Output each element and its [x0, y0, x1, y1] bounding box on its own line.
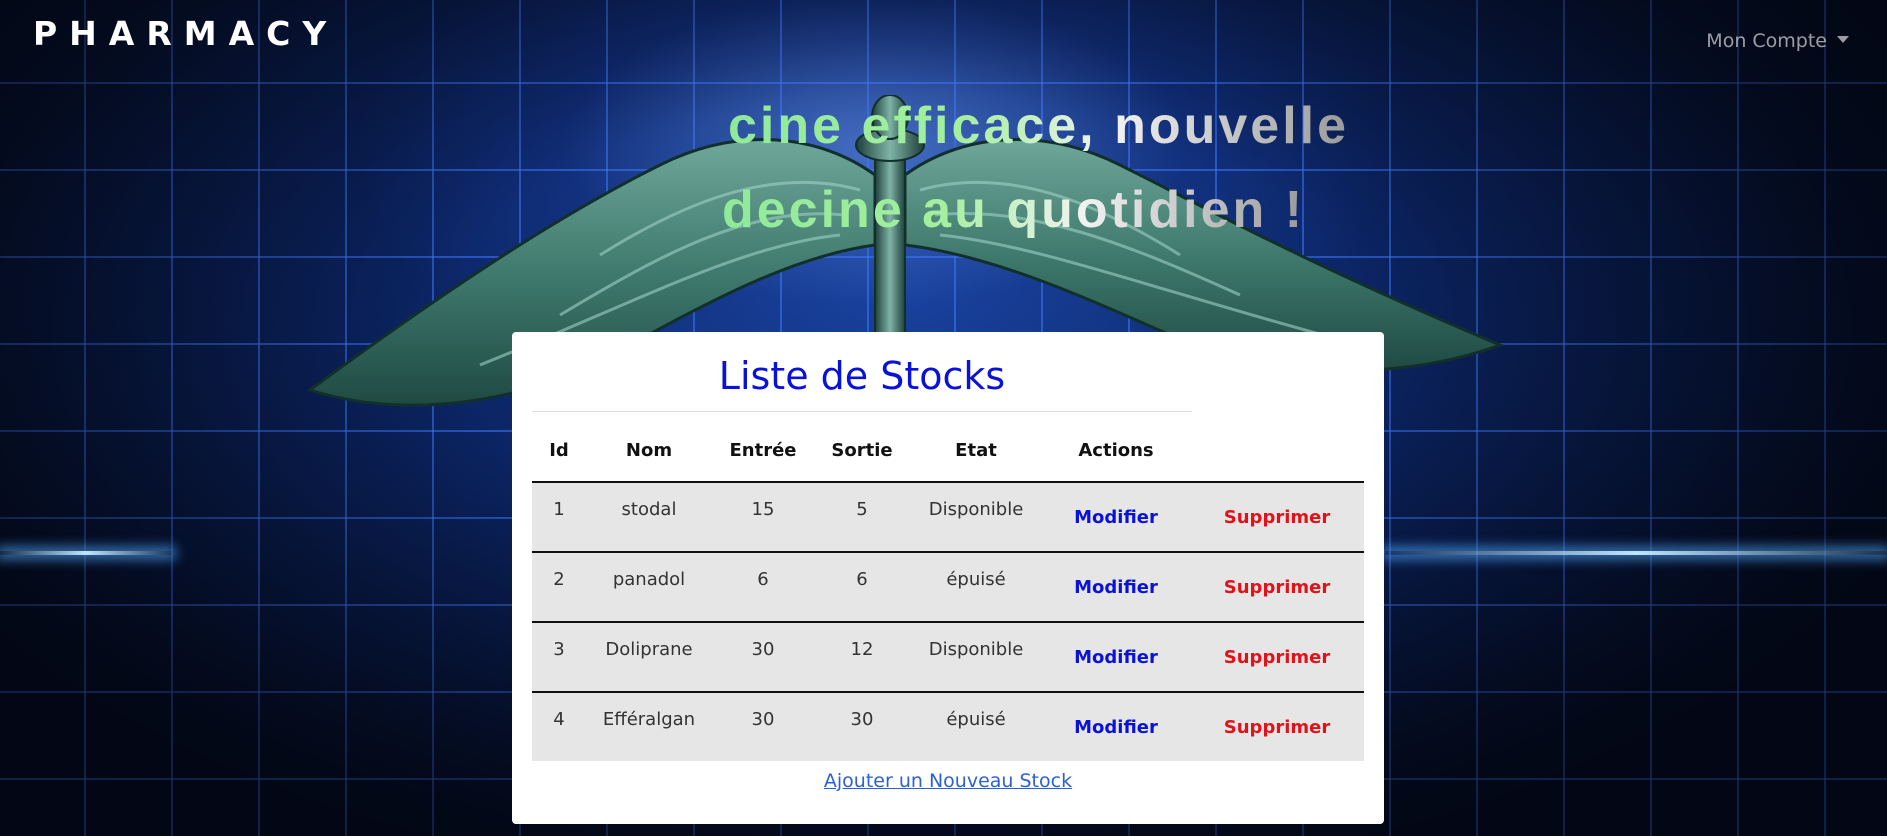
- cell-nom: stodal: [621, 499, 677, 520]
- cell-entree: 6: [757, 569, 769, 590]
- column-header-etat: Etat: [910, 420, 1042, 483]
- supprimer-button[interactable]: Supprimer: [1224, 507, 1330, 528]
- column-header-sortie: Sortie: [814, 420, 910, 483]
- page-title: Liste de Stocks: [718, 354, 1006, 398]
- cell-nom: panadol: [612, 569, 686, 590]
- cell-id: 1: [553, 499, 565, 520]
- cell-entree: 30: [751, 709, 775, 730]
- cell-nom: Efféralgan: [602, 709, 696, 730]
- cell-id: 4: [553, 709, 565, 730]
- light-beam-left: [0, 551, 172, 555]
- column-header-nom: Nom: [586, 420, 712, 483]
- cell-entree: 15: [751, 499, 775, 520]
- column-header-id: Id: [532, 420, 586, 483]
- hero-marquee-line-2: decine au quotidien !: [722, 181, 1306, 239]
- cell-id: 3: [553, 639, 565, 660]
- account-dropdown[interactable]: Mon Compte: [1706, 30, 1849, 52]
- cell-etat: Disponible: [928, 499, 1024, 520]
- table-row: 2 panadol 6 6 épuisé Modifier Supprimer: [532, 552, 1364, 622]
- hero-marquee-line-1: cine efficace, nouvelle: [728, 97, 1350, 155]
- modifier-button[interactable]: Modifier: [1074, 507, 1158, 528]
- cell-etat: Disponible: [928, 639, 1024, 660]
- account-label: Mon Compte: [1706, 30, 1827, 52]
- table-row: 3 Doliprane 30 12 Disponible Modifier Su…: [532, 622, 1364, 692]
- cell-entree: 30: [751, 639, 775, 660]
- cell-id: 2: [553, 569, 565, 590]
- cell-nom: Doliprane: [605, 639, 693, 660]
- stocks-card: Liste de Stocks Id Nom Entrée Sortie Eta…: [512, 332, 1384, 824]
- modifier-button[interactable]: Modifier: [1074, 717, 1158, 738]
- supprimer-button[interactable]: Supprimer: [1224, 577, 1330, 598]
- table-row: 4 Efféralgan 30 30 épuisé Modifier Suppr…: [532, 692, 1364, 761]
- brand-logo[interactable]: PHARMACY: [33, 14, 338, 53]
- cell-sortie: 6: [856, 569, 868, 590]
- cell-sortie: 12: [850, 639, 874, 660]
- light-beam-right: [1385, 551, 1887, 555]
- cell-sortie: 30: [850, 709, 874, 730]
- add-stock-link[interactable]: Ajouter un Nouveau Stock: [512, 770, 1384, 792]
- cell-sortie: 5: [856, 499, 868, 520]
- supprimer-button[interactable]: Supprimer: [1224, 717, 1330, 738]
- column-header-entree: Entrée: [712, 420, 814, 483]
- table-row: 1 stodal 15 5 Disponible Modifier Suppri…: [532, 482, 1364, 552]
- cell-etat: épuisé: [946, 709, 1006, 730]
- modifier-button[interactable]: Modifier: [1074, 647, 1158, 668]
- column-header-empty: [1190, 420, 1364, 483]
- table-header-row: Id Nom Entrée Sortie Etat Actions: [532, 420, 1364, 483]
- supprimer-button[interactable]: Supprimer: [1224, 647, 1330, 668]
- cell-etat: épuisé: [946, 569, 1006, 590]
- title-divider: [532, 411, 1192, 412]
- stocks-table: Id Nom Entrée Sortie Etat Actions 1 stod…: [532, 420, 1364, 761]
- column-header-actions: Actions: [1042, 420, 1190, 483]
- dropdown-caret-icon: [1837, 36, 1849, 43]
- modifier-button[interactable]: Modifier: [1074, 577, 1158, 598]
